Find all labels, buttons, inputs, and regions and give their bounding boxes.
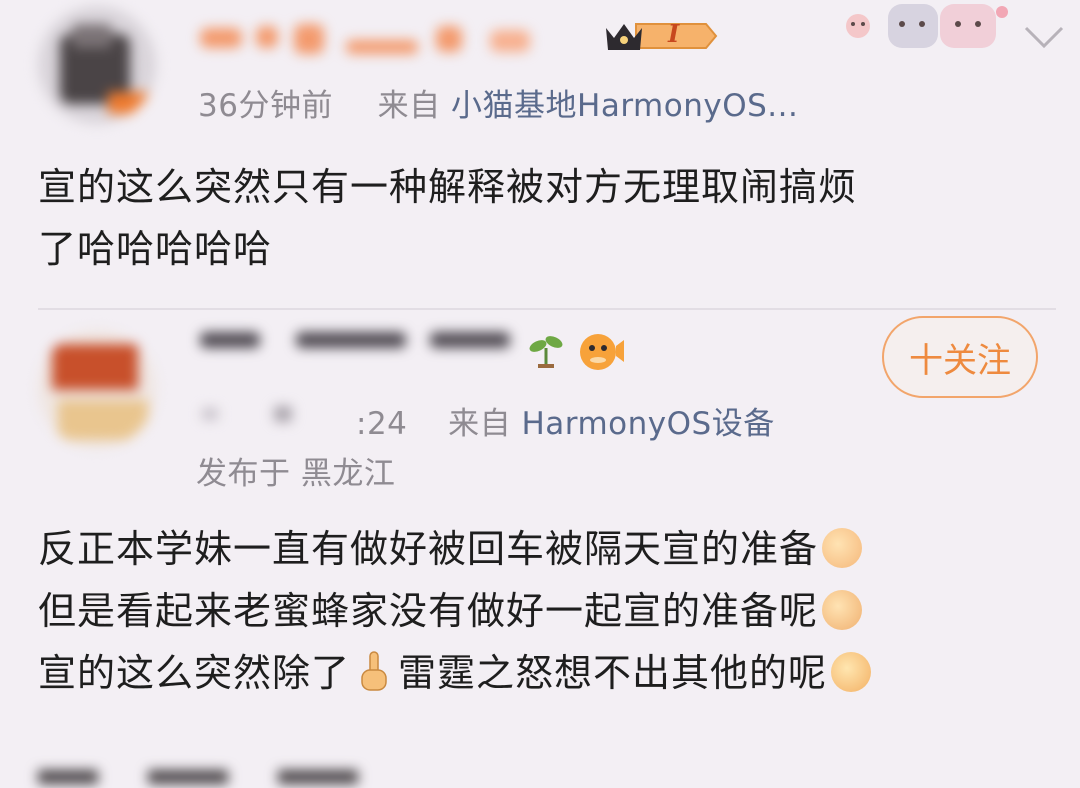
comment-text-line: 了哈哈哈哈哈 [38, 227, 273, 271]
comment-text: 宣的这么突然只有一种解释被对方无理取闹搞烦 了哈哈哈哈哈 [38, 156, 1048, 280]
comment-text-span: 雷霆之怒想不出其他的呢 [398, 651, 828, 695]
pointing-finger-icon [356, 650, 392, 694]
comment-time: 36分钟前 [198, 88, 333, 124]
username-redacted[interactable] [196, 322, 516, 362]
badge-level: I [668, 19, 680, 48]
sticker-decoration [840, 0, 1010, 58]
crown-badge-icon: I [602, 16, 718, 56]
chevron-down-icon[interactable] [1022, 22, 1066, 52]
comment-text-span: 但是看起来老蜜蜂家没有做好一起宣的准备呢 [38, 589, 819, 633]
comment-text-line: 宣的这么突然除了 雷霆之怒想不出其他的呢 [38, 642, 1058, 704]
divider [38, 308, 1056, 310]
comment-text-line: 但是看起来老蜜蜂家没有做好一起宣的准备呢 [38, 580, 1058, 642]
comment-text: 反正本学妹一直有做好被回车被隔天宣的准备 但是看起来老蜜蜂家没有做好一起宣的准备… [38, 518, 1058, 704]
comment-meta: :24 来自 HarmonyOS设备 [356, 398, 775, 443]
comment-text-line: 宣的这么突然只有一种解释被对方无理取闹搞烦 [38, 165, 858, 209]
smirk-emoji-icon [822, 590, 863, 630]
time-redacted [196, 396, 346, 432]
scream-emoji-icon [831, 652, 872, 692]
next-comment-peek [38, 764, 458, 784]
source-prefix: 来自 [448, 406, 512, 442]
pufferfish-icon [576, 328, 626, 374]
comment-text-span: 宣的这么突然除了 [38, 651, 351, 695]
sprout-icon [526, 330, 566, 370]
comment-text-line: 反正本学妹一直有做好被回车被隔天宣的准备 [38, 518, 1058, 580]
comment-text-span: 反正本学妹一直有做好被回车被隔天宣的准备 [38, 527, 819, 571]
follow-button[interactable]: 十关注 [882, 316, 1038, 398]
comment-meta: 36分钟前 来自 小猫基地HarmonyOS... [198, 80, 798, 125]
location-label: 发布于 黑龙江 [196, 456, 396, 492]
username-redacted[interactable] [196, 18, 536, 62]
source-link[interactable]: HarmonyOS设备 [521, 406, 774, 442]
comment-time: :24 [356, 406, 408, 442]
smile-emoji-icon [822, 528, 863, 568]
source-link[interactable]: 小猫基地HarmonyOS... [451, 88, 798, 124]
source-prefix: 来自 [377, 88, 441, 124]
avatar[interactable] [38, 330, 156, 448]
avatar[interactable] [38, 6, 156, 124]
